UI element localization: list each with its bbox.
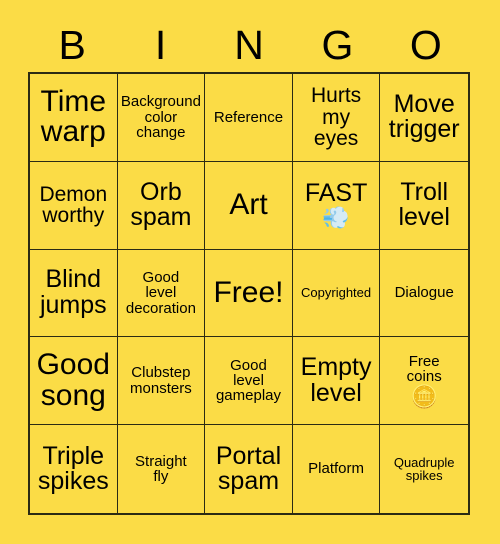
bingo-cell[interactable]: Clubstep monsters <box>117 337 206 426</box>
bingo-cell-label: Platform <box>308 460 365 478</box>
bingo-cell-label: Art <box>229 187 268 221</box>
bingo-cell-label: Good song <box>36 348 110 412</box>
bingo-cell-label: Troll level <box>398 177 450 232</box>
bingo-cell-label: Orb spam <box>130 177 192 232</box>
bingo-cell-label: Straight fly <box>135 452 187 486</box>
coin-icon: 🪙 <box>410 383 438 409</box>
bingo-cell[interactable]: Empty level <box>292 337 381 426</box>
bingo-cell-label: FAST <box>304 178 368 207</box>
bingo-grid: Time warp Background color change Referenc… <box>28 72 470 515</box>
bingo-header-letter-n: N <box>234 21 264 68</box>
bingo-cell[interactable]: Good level decoration <box>117 249 206 338</box>
bingo-cell[interactable]: Hurts my eyes <box>292 74 381 162</box>
bingo-cell[interactable]: Troll level <box>380 161 468 250</box>
bingo-cell[interactable]: Move trigger <box>380 74 468 162</box>
bingo-cell-label: Portal spam <box>215 441 282 496</box>
bingo-header-letter-o: O <box>409 21 442 68</box>
bingo-cell[interactable]: Good song <box>30 337 118 426</box>
bingo-cell-label: Good level decoration <box>125 269 196 317</box>
bingo-cell-label: Good level gameplay <box>215 356 282 405</box>
bingo-cell[interactable]: Orb spam <box>117 161 206 250</box>
bingo-cell[interactable]: Triple spikes <box>30 425 118 513</box>
bingo-cell-label: Quadruple spikes <box>393 454 455 484</box>
bingo-cell[interactable]: Free! <box>205 249 293 338</box>
dash-wind-icon: 💨 <box>322 205 350 231</box>
bingo-cell[interactable]: Portal spam <box>205 425 293 513</box>
bingo-cell[interactable]: Demon worthy <box>30 161 118 250</box>
bingo-header-letter-g: G <box>321 21 354 68</box>
bingo-cell[interactable]: Background color change <box>117 74 206 162</box>
bingo-cell-label: Dialogue <box>394 284 454 302</box>
bingo-cell[interactable]: Art <box>205 161 293 250</box>
bingo-cell-label: Empty level <box>300 353 372 407</box>
bingo-cell-label: Hurts my eyes <box>311 84 362 151</box>
bingo-cell[interactable]: Copyrighted <box>292 249 381 338</box>
bingo-cell[interactable]: Time warp <box>30 74 118 162</box>
bingo-cell-label: Free! <box>213 275 284 309</box>
bingo-cell-label: Background color change <box>120 93 201 142</box>
bingo-cell[interactable]: Dialogue <box>380 249 468 338</box>
bingo-cell[interactable]: Quadruple spikes <box>380 425 468 513</box>
bingo-header: B I N G O <box>28 18 470 72</box>
bingo-cell-label: Blind jumps <box>39 265 107 319</box>
bingo-cell[interactable]: Straight fly <box>117 425 206 513</box>
bingo-cell[interactable]: Platform <box>292 425 381 513</box>
bingo-cell-label: Time warp <box>40 84 107 149</box>
bingo-cell[interactable]: Good level gameplay <box>205 337 293 426</box>
bingo-cell[interactable]: Reference <box>205 74 293 162</box>
bingo-cell-label: Reference <box>213 108 284 126</box>
bingo-card: B I N G O Time warp Background color chan… <box>0 0 500 544</box>
bingo-cell-label: Demon worthy <box>39 182 108 228</box>
bingo-cell-label: Free coins <box>406 352 442 386</box>
bingo-cell[interactable]: FAST 💨 <box>292 161 381 250</box>
bingo-cell[interactable]: Blind jumps <box>30 249 118 338</box>
bingo-cell-label: Clubstep monsters <box>130 364 192 397</box>
bingo-header-letter-i: I <box>154 21 167 68</box>
bingo-cell-label: Triple spikes <box>37 441 109 496</box>
bingo-cell-label: Copyrighted <box>301 285 372 301</box>
bingo-cell[interactable]: Free coins 🪙 <box>380 337 468 426</box>
bingo-header-letter-b: B <box>58 21 86 68</box>
bingo-cell-label: Move trigger <box>388 89 460 144</box>
